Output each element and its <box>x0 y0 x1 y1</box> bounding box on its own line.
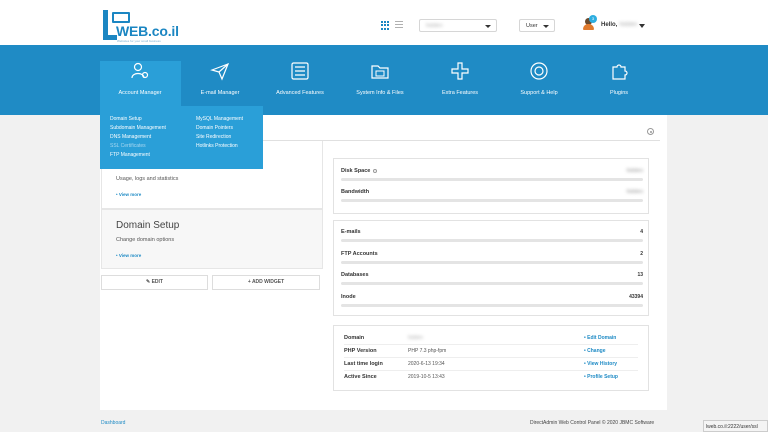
site-logo[interactable]: WEB.co.il Websites for your small busine… <box>103 10 181 43</box>
info-row-active-since: Active Since 2019-10-5 13:43 • Profile S… <box>344 374 618 380</box>
menu-label: Account Manager <box>118 90 162 96</box>
menu-plugins[interactable]: Plugins <box>579 61 659 105</box>
bandwidth-bar <box>341 199 643 202</box>
dropdown-item-subdomain-management[interactable]: Subdomain Management <box>110 125 166 134</box>
grid-view-icon[interactable] <box>381 21 390 30</box>
plus-icon <box>451 62 469 80</box>
paper-plane-icon <box>210 62 230 81</box>
list-panel-icon <box>291 62 309 80</box>
chevron-down-icon <box>485 25 491 28</box>
add-widget-button[interactable]: + ADD WIDGET <box>212 275 320 290</box>
status-url-tooltip: lweb.co.il:2222/user/ssl <box>703 420 768 432</box>
list-view-icon[interactable] <box>395 21 403 30</box>
menu-advanced-features[interactable]: Advanced Features <box>260 61 340 105</box>
edit-button[interactable]: ✎ EDIT <box>101 275 208 290</box>
menu-label: Support & Help <box>520 90 558 96</box>
disk-space-label: Disk Space <box>341 168 378 174</box>
chevron-down-icon[interactable] <box>639 24 645 28</box>
menu-email-manager[interactable]: E-mail Manager <box>180 61 260 105</box>
disk-space-value: hidden <box>626 168 643 174</box>
add-widget-label: ADD WIDGET <box>251 279 285 285</box>
menu-label: Plugins <box>609 90 629 96</box>
info-icon <box>373 168 378 173</box>
notification-badge[interactable]: 3 <box>589 15 597 23</box>
dropdown-item-site-redirection[interactable]: Site Redirection <box>196 134 243 143</box>
lifebuoy-icon <box>530 62 548 80</box>
logo-tagline: Websites for your small business <box>117 39 161 43</box>
gear-icon[interactable] <box>647 128 654 135</box>
menu-extra-features[interactable]: Extra Features <box>420 61 500 105</box>
dropdown-column-1: Domain Setup Subdomain Management DNS Ma… <box>110 116 166 161</box>
user-name: hidden <box>619 22 638 28</box>
disk-space-bar <box>341 178 643 181</box>
menu-account-manager[interactable]: Account Manager <box>100 61 180 105</box>
menu-system-info[interactable]: System Info & Files <box>340 61 420 105</box>
folder-icon <box>371 65 389 79</box>
counts-card: E-mails 4 FTP Accounts 2 Databases 13 In… <box>333 220 649 316</box>
usage-card: Disk Space hidden Bandwidth hidden <box>333 158 649 214</box>
widget-domain-setup: Domain Setup Change domain options • Vie… <box>101 209 323 269</box>
view-more-link[interactable]: • View more <box>116 253 141 258</box>
change-php-link[interactable]: • Change <box>584 348 605 354</box>
account-info-card: Domain hidden • Edit Domain PHP Version … <box>333 325 649 391</box>
user-avatar[interactable]: 3 <box>583 15 597 31</box>
dropdown-item-ftp-management[interactable]: FTP Management <box>110 152 166 161</box>
domain-select[interactable]: hidden <box>419 19 497 32</box>
edit-label: EDIT <box>151 279 163 285</box>
footer-dashboard-link[interactable]: Dashboard <box>101 420 125 426</box>
dropdown-column-2: MySQL Management Domain Pointers Site Re… <box>196 116 243 152</box>
menu-label: E-mail Manager <box>200 90 240 96</box>
hello-label: Hello, <box>601 22 618 28</box>
view-history-link[interactable]: • View History <box>584 361 617 367</box>
widget-description: Change domain options <box>116 237 175 243</box>
dropdown-item-dns-management[interactable]: DNS Management <box>110 134 166 143</box>
dropdown-item-domain-pointers[interactable]: Domain Pointers <box>196 125 243 134</box>
view-more-link[interactable]: • View more <box>116 192 141 197</box>
role-select-value: User <box>526 23 538 29</box>
role-select[interactable]: User <box>519 19 555 32</box>
user-greeting[interactable]: Hello, hidden <box>601 22 637 28</box>
domain-select-value: hidden <box>426 23 443 29</box>
edit-domain-link[interactable]: • Edit Domain <box>584 335 616 341</box>
footer-copyright: DirectAdmin Web Control Panel © 2020 JBM… <box>530 420 655 426</box>
menu-support-help[interactable]: Support & Help <box>499 61 579 105</box>
dropdown-item-domain-setup[interactable]: Domain Setup <box>110 116 166 125</box>
bandwidth-value: hidden <box>626 189 643 195</box>
bandwidth-label: Bandwidth <box>341 189 370 195</box>
logo-text: WEB.co.il <box>116 23 179 39</box>
profile-setup-link[interactable]: • Profile Setup <box>584 374 618 380</box>
widget-description: Usage, logs and statistics <box>116 176 179 182</box>
menu-label: Advanced Features <box>276 90 324 96</box>
account-manager-dropdown: Domain Setup Subdomain Management DNS Ma… <box>100 106 263 169</box>
dropdown-item-ssl-certificates[interactable]: SSL Certificates <box>110 143 166 152</box>
dropdown-item-hotlinks-protection[interactable]: Hotlinks Protection <box>196 143 243 152</box>
menu-label: System Info & Files <box>356 90 404 96</box>
chevron-down-icon <box>543 25 549 28</box>
users-gear-icon <box>131 62 149 79</box>
puzzle-icon <box>612 64 628 80</box>
menu-label: Extra Features <box>441 90 479 96</box>
widget-title: Domain Setup <box>116 220 180 231</box>
dropdown-item-mysql-management[interactable]: MySQL Management <box>196 116 243 125</box>
